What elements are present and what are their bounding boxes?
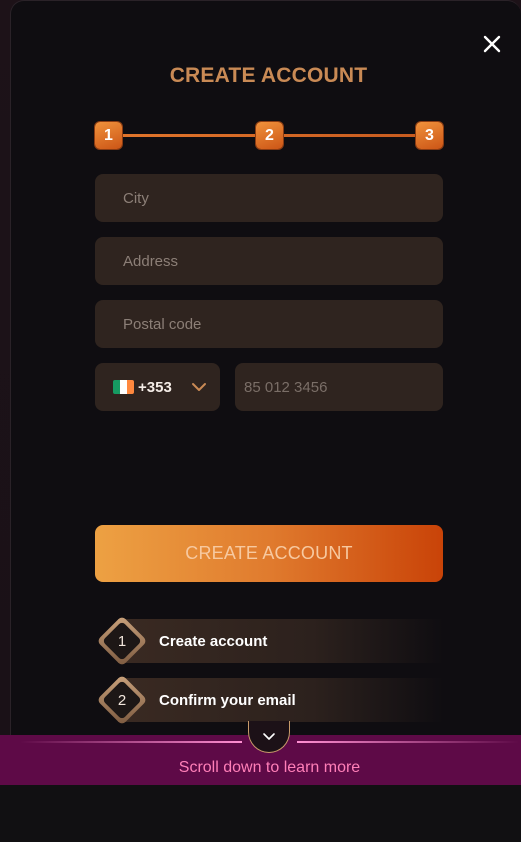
info-step-label: Create account xyxy=(159,632,268,650)
city-field[interactable] xyxy=(95,174,443,222)
scroll-hint-bar: Scroll down to learn more xyxy=(0,721,521,785)
chevron-down-icon xyxy=(263,732,275,740)
step-indicator-1: 1 xyxy=(95,122,122,149)
ireland-flag-icon xyxy=(113,380,134,394)
info-step-number: 1 xyxy=(117,632,127,650)
info-step-row: 2 Confirm your email xyxy=(96,674,443,726)
info-step-row: 1 Create account xyxy=(96,615,443,667)
phone-number-field[interactable] xyxy=(235,363,443,411)
phone-country-select[interactable]: +353 xyxy=(95,363,220,411)
close-button[interactable] xyxy=(477,31,507,57)
close-icon xyxy=(483,35,501,53)
step-indicator-2: 2 xyxy=(256,122,283,149)
phone-number-input[interactable] xyxy=(244,378,443,396)
scroll-hint-line-left xyxy=(20,741,242,743)
info-step-label: Confirm your email xyxy=(159,691,296,709)
address-input[interactable] xyxy=(123,252,443,270)
step-indicator-3: 3 xyxy=(416,122,443,149)
scroll-hint-text: Scroll down to learn more xyxy=(178,759,361,776)
postal-code-field[interactable] xyxy=(95,300,443,348)
scroll-hint-line-right xyxy=(297,741,519,743)
postal-code-input[interactable] xyxy=(123,315,443,333)
info-step-number: 2 xyxy=(117,691,127,709)
city-input[interactable] xyxy=(123,189,443,207)
phone-code-value: +353 xyxy=(138,378,172,396)
address-field[interactable] xyxy=(95,237,443,285)
progress-stepper: 1 2 3 xyxy=(95,122,443,149)
create-account-button[interactable]: CREATE ACCOUNT xyxy=(95,525,443,582)
modal-title: CREATE ACCOUNT xyxy=(169,64,368,87)
scroll-down-button[interactable] xyxy=(248,721,290,753)
chevron-down-icon xyxy=(192,383,206,391)
